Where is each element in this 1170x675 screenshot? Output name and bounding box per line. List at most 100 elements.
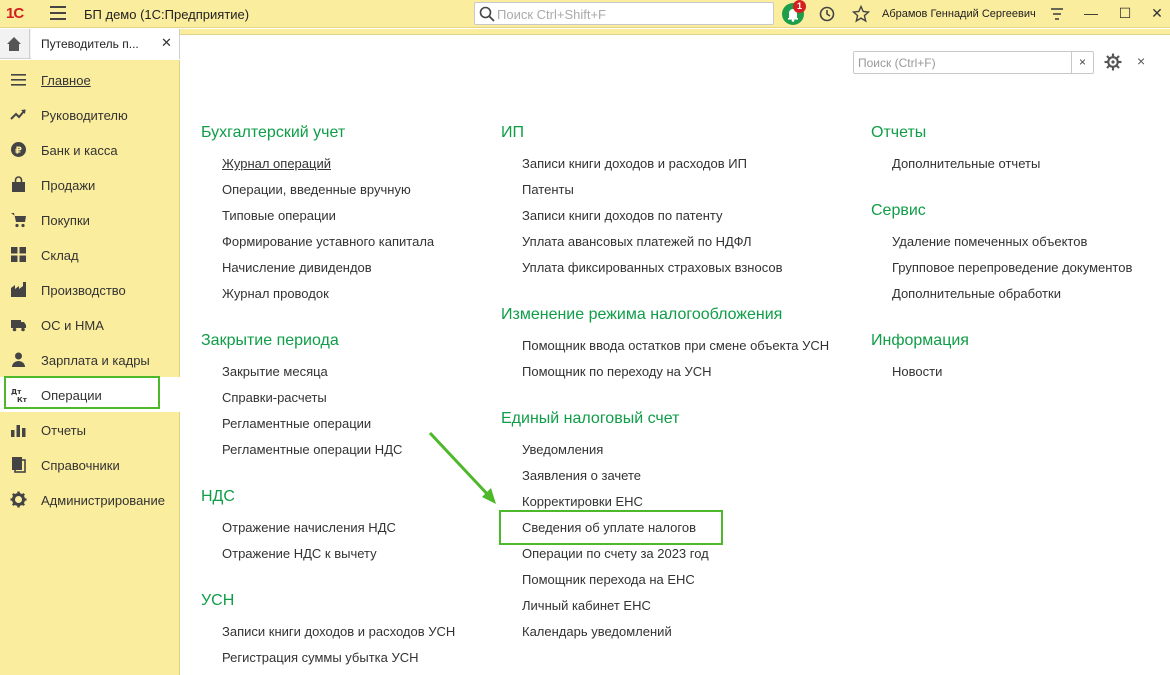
sidebar-item-label: Продажи [41,178,96,193]
search-clear-icon[interactable]: × [1071,52,1093,73]
link-delete-marked[interactable]: Удаление помеченных объектов [892,234,1087,249]
link-account-operations-2023[interactable]: Операции по счету за 2023 год [522,546,709,561]
bag-icon [12,176,25,192]
panel-search-input[interactable]: Поиск (Ctrl+F) × [853,51,1094,74]
link-operations-journal[interactable]: Журнал операций [222,156,331,171]
person-icon [12,352,25,367]
section-title-info: Информация [871,332,969,349]
sidebar-item-sales[interactable]: Продажи [0,167,180,202]
link-notifications[interactable]: Уведомления [522,442,603,457]
sidebar-item-label: Склад [41,248,79,263]
app-logo: 1С [6,5,24,22]
tab-label: Путеводитель п... [41,37,139,51]
link-news[interactable]: Новости [892,364,942,379]
main-menu-icon[interactable] [50,6,66,22]
link-vat-accrual[interactable]: Отражение начисления НДС [222,520,396,535]
link-additional-reports[interactable]: Дополнительные отчеты [892,156,1040,171]
notifications-count-badge: 1 [793,0,806,13]
link-usn-income-book[interactable]: Записи книги доходов и расходов УСН [222,624,455,639]
sidebar-item-label: ОС и НМА [41,318,104,333]
link-usn-balance-wizard[interactable]: Помощник ввода остатков при смене объект… [522,338,829,353]
section-title-ens: Единый налоговый счет [501,410,680,427]
sidebar-item-bank-cash[interactable]: ₽ Банк и касса [0,132,180,167]
link-fixed-insurance[interactable]: Уплата фиксированных страховых взносов [522,260,782,275]
minimize-window-icon[interactable]: — [1082,4,1100,22]
home-button[interactable] [0,29,30,59]
link-patents[interactable]: Патенты [522,182,574,197]
sidebar-item-salary-hr[interactable]: Зарплата и кадры [0,342,180,377]
sidebar-item-administration[interactable]: Администрирование [0,482,180,517]
sidebar-item-label: Покупки [41,213,90,228]
tab-close-icon[interactable]: ✕ [161,35,172,51]
sidebar-item-label: Администрирование [41,493,165,508]
link-ip-income-book[interactable]: Записи книги доходов и расходов ИП [522,156,747,171]
history-icon[interactable] [818,5,836,23]
svg-text:₽: ₽ [15,146,22,157]
link-month-closing[interactable]: Закрытие месяца [222,364,328,379]
sidebar-item-label: Отчеты [41,423,86,438]
link-group-reposting[interactable]: Групповое перепроведение документов [892,260,1132,275]
link-usn-transition-wizard[interactable]: Помощник по переходу на УСН [522,364,712,379]
sidebar-item-label: Справочники [41,458,120,473]
link-usn-loss[interactable]: Регистрация суммы убытка УСН [222,650,419,665]
section-title-ip: ИП [501,124,524,141]
section-title-accounting: Бухгалтерский учет [201,124,346,141]
link-ndfl-advances[interactable]: Уплата авансовых платежей по НДФЛ [522,234,752,249]
sidebar-item-main[interactable]: Главное [0,62,180,97]
sidebar-item-label: Руководителю [41,108,128,123]
maximize-window-icon[interactable]: ☐ [1116,4,1134,22]
link-routine-operations-vat[interactable]: Регламентные операции НДС [222,442,402,457]
trend-icon [10,109,26,120]
warehouse-grid-icon [11,247,26,262]
tax-payment-highlight-frame [499,510,723,545]
cart-icon [11,213,26,228]
link-offset-applications[interactable]: Заявления о зачете [522,468,641,483]
sidebar-item-production[interactable]: Производство [0,272,180,307]
home-icon [7,37,21,51]
link-calculation-notes[interactable]: Справки-расчеты [222,390,327,405]
section-title-tax-mode: Изменение режима налогообложения [501,306,783,323]
link-authorized-capital[interactable]: Формирование уставного капитала [222,234,434,249]
link-vat-deduction[interactable]: Отражение НДС к вычету [222,546,377,561]
search-icon [479,6,495,22]
section-title-vat: НДС [201,488,235,505]
link-ens-transition-wizard[interactable]: Помощник перехода на ЕНС [522,572,695,587]
panel-close-icon[interactable]: × [1137,53,1145,69]
link-ens-adjustments[interactable]: Корректировки ЕНС [522,494,643,509]
sidebar-item-fixed-assets[interactable]: ОС и НМА [0,307,180,342]
sidebar-item-purchases[interactable]: Покупки [0,202,180,237]
tab-guide[interactable]: Путеводитель п... ✕ [31,29,180,59]
section-title-period-closing: Закрытие периода [201,332,339,349]
panel-search-placeholder: Поиск (Ctrl+F) [858,56,936,70]
title-bar: 1С БП демо (1С:Предприятие) Поиск Ctrl+S… [0,0,1170,28]
link-manual-operations[interactable]: Операции, введенные вручную [222,182,411,197]
settings-filter-icon[interactable] [1048,5,1066,23]
app-title: БП демо (1С:Предприятие) [84,7,250,22]
menu-lines-icon [11,74,26,86]
favorites-star-icon[interactable] [852,5,870,23]
sidebar-item-label: Главное [41,73,91,88]
close-window-icon[interactable]: ✕ [1148,4,1166,22]
link-typical-operations[interactable]: Типовые операции [222,208,336,223]
sidebar-item-directories[interactable]: Справочники [0,447,180,482]
ruble-coin-icon: ₽ [11,142,26,157]
link-ens-personal-account[interactable]: Личный кабинет ЕНС [522,598,651,613]
link-postings-journal[interactable]: Журнал проводок [222,286,329,301]
sidebar-item-reports[interactable]: Отчеты [0,412,180,447]
truck-icon [11,320,26,332]
global-search-input[interactable]: Поиск Ctrl+Shift+F [474,2,774,25]
link-additional-processing[interactable]: Дополнительные обработки [892,286,1061,301]
books-icon [12,457,26,473]
link-patent-income-book[interactable]: Записи книги доходов по патенту [522,208,722,223]
section-title-reports: Отчеты [871,124,927,141]
gear-icon [10,491,27,508]
current-user-name[interactable]: Абрамов Геннадий Сергеевич [882,8,1036,20]
link-routine-operations[interactable]: Регламентные операции [222,416,371,431]
link-dividends[interactable]: Начисление дивидендов [222,260,372,275]
sidebar-item-management[interactable]: Руководителю [0,97,180,132]
factory-icon [11,282,26,297]
link-notifications-calendar[interactable]: Календарь уведомлений [522,624,672,639]
panel-settings-gear-icon[interactable] [1104,53,1122,71]
sidebar-item-warehouse[interactable]: Склад [0,237,180,272]
sections-sidebar: Главное Руководителю ₽ Банк и касса Прод… [0,60,180,675]
